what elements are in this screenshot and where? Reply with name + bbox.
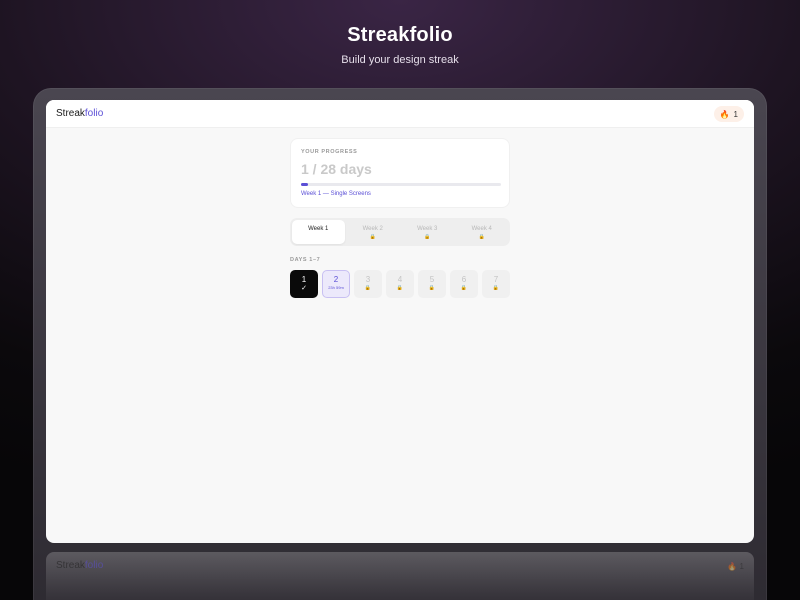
screen-reflection <box>46 552 754 600</box>
progress-bar-fill <box>301 183 309 186</box>
progress-bar <box>301 183 501 186</box>
streak-badge[interactable]: 🔥 1 <box>713 106 744 122</box>
day-3[interactable]: 3 🔒 <box>354 270 382 298</box>
lock-icon: 🔒 <box>369 234 376 240</box>
lock-icon: 🔒 <box>492 285 500 291</box>
progress-days: 1 / 28 days <box>301 161 372 177</box>
reflection-brand-main: Streak <box>56 560 85 571</box>
day-number: 5 <box>429 275 435 284</box>
day-number: 3 <box>365 275 371 284</box>
week-tab-3[interactable]: Week 3 🔒 <box>401 220 454 244</box>
week-tab-label: Week 2 <box>362 226 383 232</box>
day-1[interactable]: 1 ✓ <box>290 270 318 298</box>
days-grid: 1 ✓ 2 23h 59m 3 🔒 4 🔒 5 🔒 6 🔒 7 🔒 <box>290 270 510 298</box>
day-number: 6 <box>461 275 467 284</box>
week-tab-label: Week 3 <box>417 226 438 232</box>
week-tabs: Week 1 Week 2 🔒 Week 3 🔒 Week 4 🔒 <box>290 218 510 246</box>
day-2[interactable]: 2 23h 59m <box>322 270 350 298</box>
lock-icon: 🔒 <box>428 285 436 291</box>
hero-subtitle: Build your design streak <box>341 54 459 66</box>
day-number: 2 <box>333 275 339 284</box>
reflection-fire-icon: 🔥 <box>727 562 738 571</box>
day-number: 4 <box>397 275 403 284</box>
day-7[interactable]: 7 🔒 <box>482 270 510 298</box>
reflection-streak: 🔥 1 <box>727 562 744 571</box>
brand-logo[interactable]: Streakfolio <box>56 108 103 119</box>
reflection-brand-accent: folio <box>84 560 104 571</box>
lock-icon: 🔒 <box>396 285 404 291</box>
streak-count: 1 <box>733 109 738 119</box>
fire-icon: 🔥 <box>719 109 730 119</box>
progress-label: YOUR PROGRESS <box>301 149 358 155</box>
week-tab-label: Week 4 <box>471 226 492 232</box>
countdown: 23h 59m <box>328 285 344 290</box>
reflection-brand: Streakfolio <box>56 560 103 571</box>
progress-caption: Week 1 — Single Screens <box>301 191 371 197</box>
day-5[interactable]: 5 🔒 <box>418 270 446 298</box>
week-tab-label: Week 1 <box>308 226 329 232</box>
lock-icon: 🔒 <box>364 285 372 291</box>
week-tab-4[interactable]: Week 4 🔒 <box>456 220 509 244</box>
brand-main: Streak <box>56 108 85 119</box>
lock-icon: 🔒 <box>460 285 468 291</box>
days-label: DAYS 1–7 <box>290 257 321 263</box>
lock-icon: 🔒 <box>424 234 431 240</box>
day-4[interactable]: 4 🔒 <box>386 270 414 298</box>
progress-card: YOUR PROGRESS 1 / 28 days Week 1 — Singl… <box>290 138 510 208</box>
check-icon: ✓ <box>301 285 307 292</box>
app-header: Streakfolio 🔥 1 <box>46 100 754 128</box>
hero-title: Streakfolio <box>347 24 453 46</box>
app-screen: Streakfolio 🔥 1 YOUR PROGRESS 1 / 28 day… <box>46 100 754 543</box>
week-tab-1[interactable]: Week 1 <box>292 220 345 244</box>
week-tab-2[interactable]: Week 2 🔒 <box>347 220 400 244</box>
day-number: 7 <box>493 275 499 284</box>
lock-icon: 🔒 <box>478 234 485 240</box>
reflection-streak-count: 1 <box>739 562 744 571</box>
brand-accent: folio <box>84 108 104 119</box>
day-number: 1 <box>301 275 307 284</box>
day-6[interactable]: 6 🔒 <box>450 270 478 298</box>
